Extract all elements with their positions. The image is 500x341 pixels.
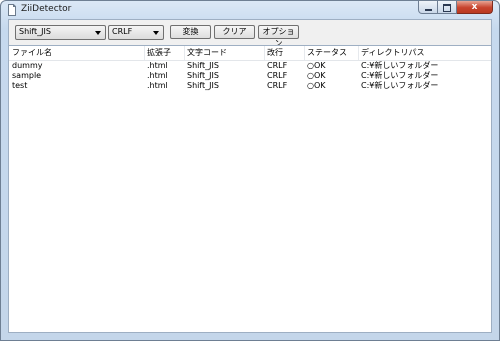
cell-status: ○OK bbox=[307, 61, 326, 70]
cell-filename: dummy bbox=[12, 61, 43, 70]
cell-encoding: Shift_JIS bbox=[187, 81, 219, 90]
convert-button[interactable]: 変換 bbox=[170, 25, 211, 39]
chevron-down-icon bbox=[153, 31, 159, 35]
cell-newline: CRLF bbox=[267, 71, 288, 80]
column-header-directory[interactable]: ディレクトリパス bbox=[361, 46, 424, 60]
column-header-encoding[interactable]: 文字コード bbox=[187, 46, 265, 60]
cell-directory: C:¥新しいフォルダー bbox=[361, 71, 439, 80]
cell-extension: .html bbox=[147, 71, 168, 80]
minimize-button[interactable] bbox=[418, 1, 438, 14]
maximize-button[interactable] bbox=[438, 1, 457, 14]
table-row[interactable]: sample .html Shift_JIS CRLF ○OK C:¥新しいフォ… bbox=[9, 71, 491, 81]
toolbar: Shift_JIS CRLF 変換 クリア オプション bbox=[8, 19, 492, 48]
cell-directory: C:¥新しいフォルダー bbox=[361, 81, 439, 90]
cell-newline: CRLF bbox=[267, 61, 288, 70]
cell-encoding: Shift_JIS bbox=[187, 71, 219, 80]
cell-status: ○OK bbox=[307, 71, 326, 80]
file-icon bbox=[8, 4, 16, 16]
column-header-extension[interactable]: 拡張子 bbox=[147, 46, 185, 60]
title-bar[interactable]: ZiiDetector x bbox=[1, 1, 499, 19]
column-header-filename[interactable]: ファイル名 bbox=[12, 46, 145, 60]
column-header-newline[interactable]: 改行 bbox=[267, 46, 305, 60]
table-row[interactable]: dummy .html Shift_JIS CRLF ○OK C:¥新しいフォル… bbox=[9, 61, 491, 71]
column-header-status[interactable]: ステータス bbox=[307, 46, 359, 60]
encoding-value: Shift_JIS bbox=[19, 27, 51, 36]
options-button[interactable]: オプション bbox=[258, 25, 299, 48]
cell-newline: CRLF bbox=[267, 81, 288, 90]
close-icon: x bbox=[471, 2, 478, 12]
list-header: ファイル名 拡張子 文字コード 改行 ステータス ディレクトリパス bbox=[9, 46, 491, 61]
newline-value: CRLF bbox=[112, 27, 133, 36]
clear-button[interactable]: クリア bbox=[214, 25, 255, 39]
list-rows: dummy .html Shift_JIS CRLF ○OK C:¥新しいフォル… bbox=[9, 61, 491, 91]
table-row[interactable]: test .html Shift_JIS CRLF ○OK C:¥新しいフォルダ… bbox=[9, 81, 491, 91]
cell-status: ○OK bbox=[307, 81, 326, 90]
cell-extension: .html bbox=[147, 61, 168, 70]
chevron-down-icon bbox=[95, 31, 101, 35]
app-window: ZiiDetector x Shift_JIS CRLF 変換 クリア オプショ… bbox=[0, 0, 500, 341]
cell-filename: sample bbox=[12, 71, 42, 80]
caption-buttons: x bbox=[418, 1, 493, 15]
newline-select[interactable]: CRLF bbox=[108, 25, 164, 40]
file-list[interactable]: ファイル名 拡張子 文字コード 改行 ステータス ディレクトリパス dummy … bbox=[8, 45, 492, 333]
close-button[interactable]: x bbox=[457, 1, 493, 14]
cell-filename: test bbox=[12, 81, 28, 90]
cell-encoding: Shift_JIS bbox=[187, 61, 219, 70]
window-title: ZiiDetector bbox=[21, 4, 72, 14]
encoding-select[interactable]: Shift_JIS bbox=[15, 25, 106, 40]
cell-extension: .html bbox=[147, 81, 168, 90]
cell-directory: C:¥新しいフォルダー bbox=[361, 61, 439, 70]
